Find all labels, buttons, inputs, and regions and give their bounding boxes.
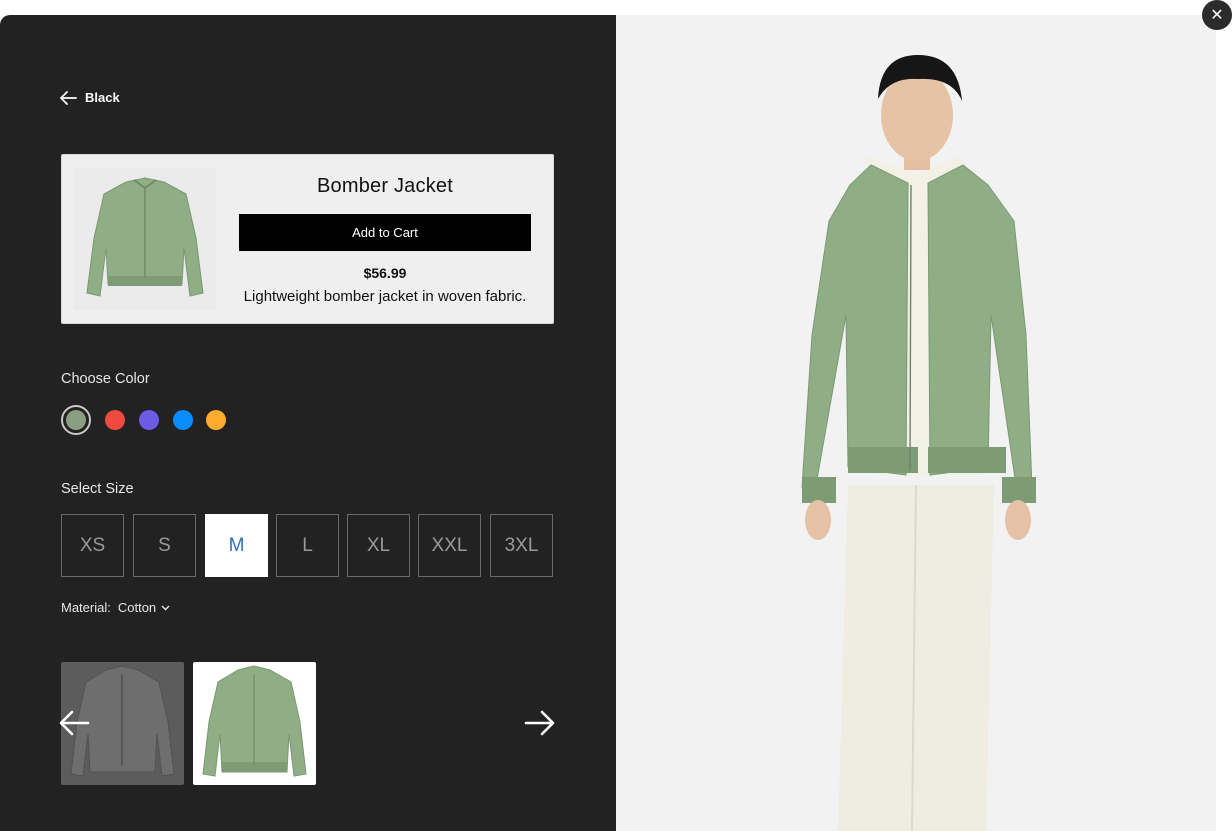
color-swatch-orange[interactable] bbox=[206, 410, 226, 430]
product-card: Bomber Jacket Add to Cart $56.99 Lightwe… bbox=[61, 154, 554, 324]
gallery-thumbnail-2[interactable] bbox=[193, 662, 316, 785]
material-row: Material: Cotton bbox=[61, 600, 170, 615]
chevron-down-icon bbox=[161, 605, 170, 610]
product-thumbnail bbox=[74, 168, 216, 310]
gallery-prev-button[interactable] bbox=[58, 709, 90, 742]
add-to-cart-button[interactable]: Add to Cart bbox=[239, 214, 531, 251]
color-swatch-red[interactable] bbox=[105, 410, 125, 430]
close-icon: ✕ bbox=[1210, 7, 1224, 24]
color-swatch-green[interactable] bbox=[66, 410, 86, 430]
back-link-label: Black bbox=[85, 90, 120, 105]
color-swatch-purple[interactable] bbox=[139, 410, 159, 430]
close-button[interactable]: ✕ bbox=[1202, 0, 1232, 30]
arrow-left-icon bbox=[60, 90, 77, 105]
size-option-l[interactable]: L bbox=[276, 514, 339, 577]
select-size-label: Select Size bbox=[61, 481, 134, 497]
choose-color-label: Choose Color bbox=[61, 371, 150, 387]
color-swatch-blue[interactable] bbox=[173, 410, 193, 430]
size-option-m[interactable]: M bbox=[205, 514, 268, 577]
product-title: Bomber Jacket bbox=[317, 175, 453, 197]
size-option-xl[interactable]: XL bbox=[347, 514, 410, 577]
size-option-xxl[interactable]: XXL bbox=[418, 514, 481, 577]
product-description: Lightweight bomber jacket in woven fabri… bbox=[243, 288, 527, 305]
size-option-s[interactable]: S bbox=[133, 514, 196, 577]
product-model-image bbox=[616, 15, 1216, 831]
arrow-left-icon bbox=[59, 710, 90, 736]
gallery-next-button[interactable] bbox=[524, 709, 556, 742]
arrow-right-icon bbox=[524, 710, 555, 736]
material-value: Cotton bbox=[117, 600, 157, 615]
product-options-panel: Black Bomber Jacket Add to Cart $56.99 L… bbox=[0, 15, 616, 831]
size-option-xs[interactable]: XS bbox=[61, 514, 124, 577]
back-link[interactable]: Black bbox=[60, 90, 120, 105]
material-label: Material: bbox=[61, 600, 111, 615]
material-dropdown[interactable]: Cotton bbox=[118, 600, 170, 615]
product-price: $56.99 bbox=[363, 265, 407, 281]
size-option-3xl[interactable]: 3XL bbox=[490, 514, 553, 577]
